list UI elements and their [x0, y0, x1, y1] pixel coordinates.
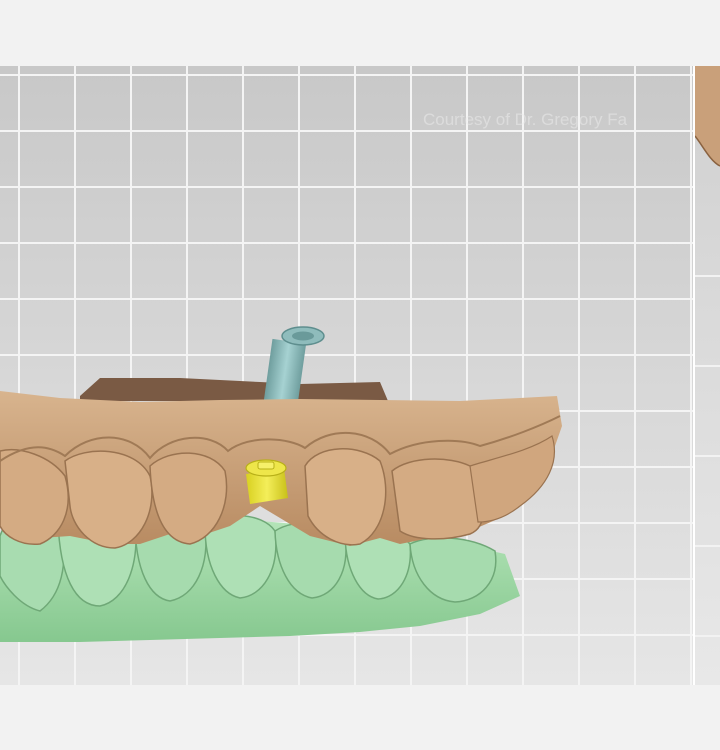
bottom-status-area: [0, 685, 720, 750]
scan-body-icon[interactable]: [245, 459, 288, 504]
secondary-model-preview: [695, 66, 720, 637]
model-base: [80, 378, 388, 401]
top-toolbar-area: [0, 0, 720, 66]
dental-model[interactable]: [0, 66, 693, 685]
secondary-viewport[interactable]: [695, 66, 720, 685]
3d-viewport[interactable]: Courtesy of Dr. Gregory Fa: [0, 66, 693, 685]
